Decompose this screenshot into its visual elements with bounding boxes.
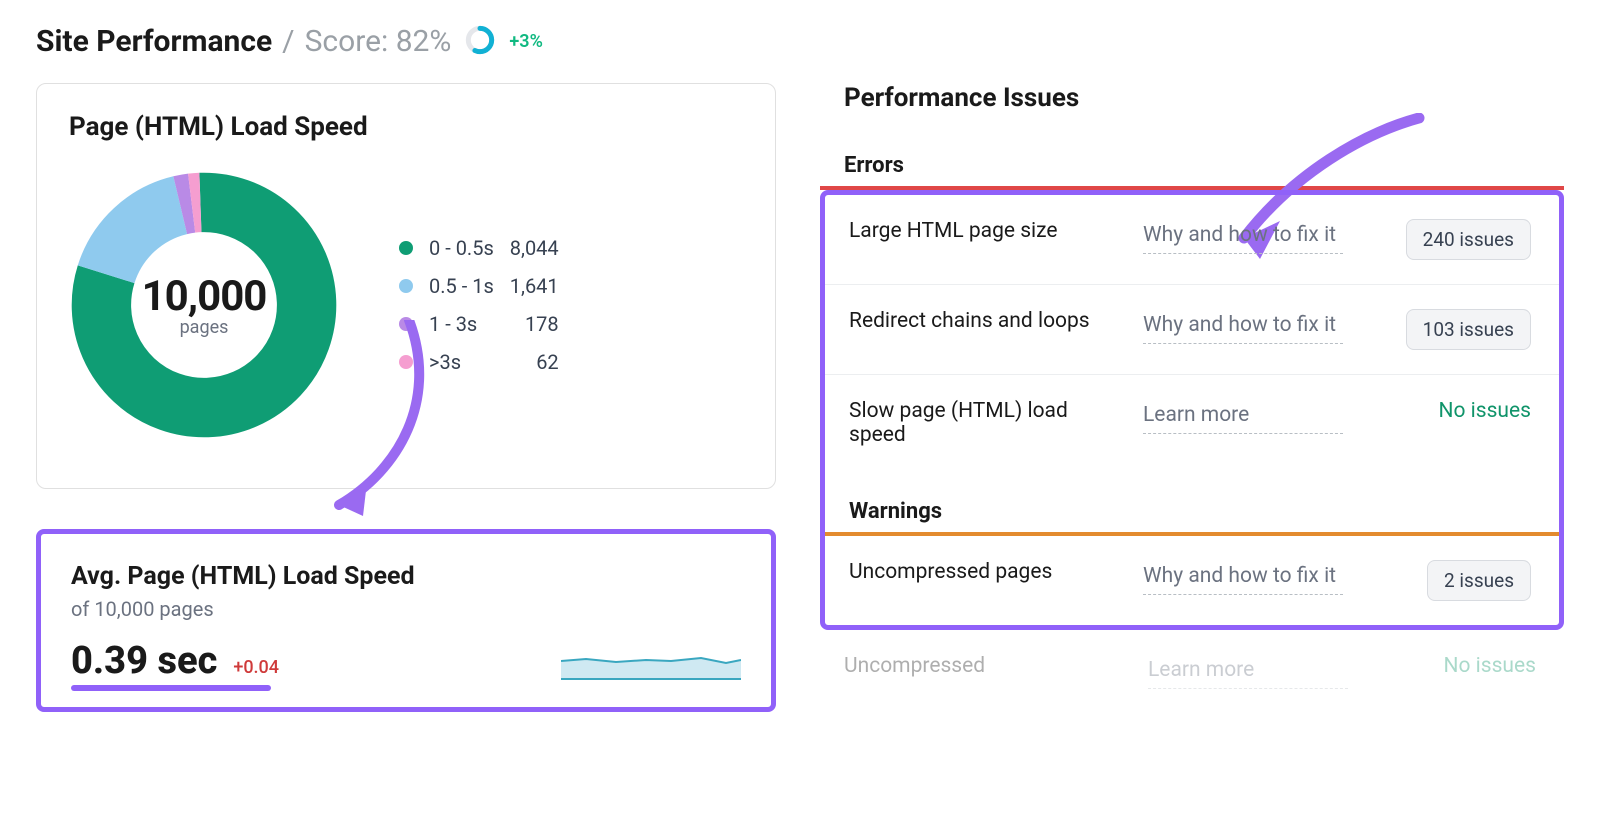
- legend-dot-1: [399, 279, 413, 293]
- load-speed-title: Page (HTML) Load Speed: [69, 112, 743, 142]
- issue-name: Slow page (HTML) load speed: [849, 399, 1125, 447]
- avg-load-speed-panel: Avg. Page (HTML) Load Speed of 10,000 pa…: [36, 529, 776, 712]
- legend-label-1[interactable]: 0.5 - 1s: [429, 274, 494, 298]
- avg-sparkline: [561, 639, 741, 683]
- legend-dot-0: [399, 241, 413, 255]
- page-title: Site Performance: [36, 24, 272, 59]
- right-column: Performance Issues Errors Large HTML pag…: [820, 83, 1564, 689]
- issue-count-button[interactable]: 240 issues: [1406, 219, 1531, 260]
- issue-fix-link[interactable]: Why and how to fix it: [1143, 219, 1343, 254]
- legend-label-0[interactable]: 0 - 0.5s: [429, 236, 494, 260]
- score-delta: +3%: [509, 31, 542, 52]
- issue-fix-link[interactable]: Why and how to fix it: [1143, 560, 1343, 595]
- page-header: Site Performance / Score: 82% +3%: [36, 24, 1564, 59]
- issue-row-error-2[interactable]: Slow page (HTML) load speed Learn more N…: [825, 375, 1559, 471]
- annotation-underline: [71, 685, 271, 691]
- donut-total: 10,000: [142, 272, 267, 321]
- issue-name: Large HTML page size: [849, 219, 1125, 243]
- errors-section-label: Errors: [820, 153, 1564, 178]
- issue-row-warning-0[interactable]: Uncompressed pages Why and how to fix it…: [825, 536, 1559, 625]
- issue-count-button[interactable]: 2 issues: [1427, 560, 1531, 601]
- issue-count-none: No issues: [1443, 654, 1536, 678]
- avg-subtitle: of 10,000 pages: [71, 597, 741, 621]
- legend-value-2: 178: [510, 312, 559, 336]
- issue-row-warning-1: Uncompressed Learn more No issues: [820, 630, 1564, 689]
- issue-count-button[interactable]: 103 issues: [1406, 309, 1531, 350]
- issues-title: Performance Issues: [820, 83, 1564, 113]
- left-column: Page (HTML) Load Speed 10,000 pages: [36, 83, 776, 712]
- legend-value-3: 62: [510, 350, 559, 374]
- donut-total-label: pages: [180, 317, 229, 338]
- legend-label-3[interactable]: >3s: [429, 350, 494, 374]
- issue-row-error-0[interactable]: Large HTML page size Why and how to fix …: [825, 195, 1559, 285]
- legend-dot-2: [399, 317, 413, 331]
- avg-delta: +0.04: [233, 657, 279, 678]
- avg-title: Avg. Page (HTML) Load Speed: [71, 562, 741, 591]
- score-donut-icon: [465, 25, 495, 59]
- issue-name: Uncompressed: [844, 654, 1130, 678]
- legend-dot-3: [399, 355, 413, 369]
- issue-learn-link[interactable]: Learn more: [1143, 399, 1343, 434]
- issue-name: Redirect chains and loops: [849, 309, 1125, 333]
- errors-highlight-box: Large HTML page size Why and how to fix …: [820, 190, 1564, 630]
- breadcrumb-separator: /: [282, 24, 294, 59]
- legend-label-2[interactable]: 1 - 3s: [429, 312, 494, 336]
- load-speed-donut[interactable]: 10,000 pages: [69, 170, 339, 440]
- issue-learn-link: Learn more: [1148, 654, 1348, 689]
- load-speed-legend: 0 - 0.5s 8,044 0.5 - 1s 1,641 1 - 3s 178…: [399, 236, 559, 374]
- legend-value-1: 1,641: [510, 274, 559, 298]
- issue-name: Uncompressed pages: [849, 560, 1125, 584]
- score-label: Score: 82%: [305, 24, 452, 59]
- load-speed-panel: Page (HTML) Load Speed 10,000 pages: [36, 83, 776, 489]
- issue-count-none: No issues: [1438, 399, 1531, 423]
- issue-fix-link[interactable]: Why and how to fix it: [1143, 309, 1343, 344]
- avg-value: 0.39 sec: [71, 639, 217, 683]
- issue-row-error-1[interactable]: Redirect chains and loops Why and how to…: [825, 285, 1559, 375]
- warnings-section-label: Warnings: [825, 499, 1559, 524]
- legend-value-0: 8,044: [510, 236, 559, 260]
